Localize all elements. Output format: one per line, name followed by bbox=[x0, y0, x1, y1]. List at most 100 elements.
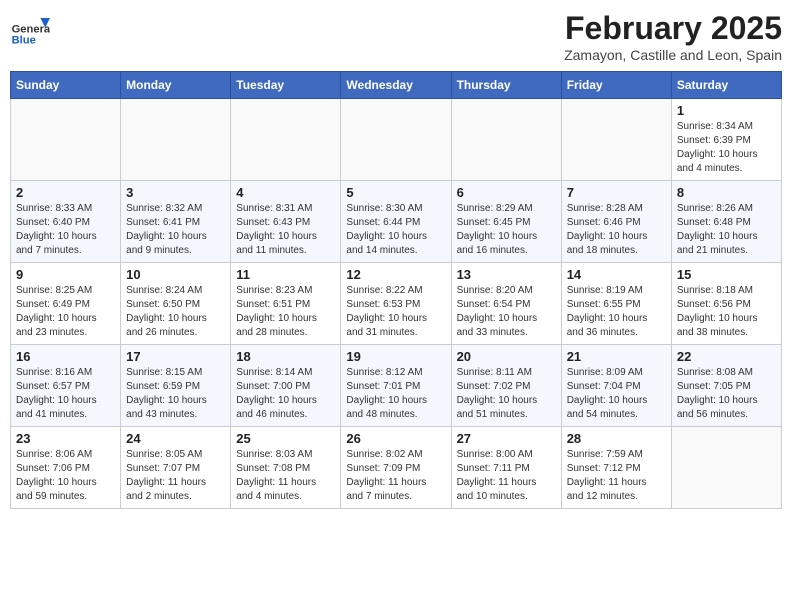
calendar-cell: 23 Sunrise: 8:06 AM Sunset: 7:06 PM Dayli… bbox=[11, 427, 121, 509]
calendar-cell: 7 Sunrise: 8:28 AM Sunset: 6:46 PM Daylig… bbox=[561, 181, 671, 263]
weekday-header-row: SundayMondayTuesdayWednesdayThursdayFrid… bbox=[11, 72, 782, 99]
calendar-cell: 6 Sunrise: 8:29 AM Sunset: 6:45 PM Daylig… bbox=[451, 181, 561, 263]
weekday-friday: Friday bbox=[561, 72, 671, 99]
calendar-cell: 4 Sunrise: 8:31 AM Sunset: 6:43 PM Daylig… bbox=[231, 181, 341, 263]
day-info: Sunrise: 8:28 AM Sunset: 6:46 PM Dayligh… bbox=[567, 202, 666, 258]
day-number: 16 bbox=[16, 349, 115, 364]
calendar-cell: 17 Sunrise: 8:15 AM Sunset: 6:59 PM Dayli… bbox=[121, 345, 231, 427]
calendar-cell bbox=[341, 99, 451, 181]
svg-text:Blue: Blue bbox=[12, 35, 36, 47]
day-number: 20 bbox=[457, 349, 556, 364]
day-info: Sunrise: 8:03 AM Sunset: 7:08 PM Dayligh… bbox=[236, 448, 335, 504]
calendar-cell: 16Sunrise: 8:16 AM Sunset: 6:57 PM Dayli… bbox=[11, 345, 121, 427]
day-number: 9 bbox=[16, 267, 115, 282]
day-info: Sunrise: 8:31 AM Sunset: 6:43 PM Dayligh… bbox=[236, 202, 335, 258]
calendar-cell: 5Sunrise: 8:30 AM Sunset: 6:44 PM Daylig… bbox=[341, 181, 451, 263]
calendar-cell: 10Sunrise: 8:24 AM Sunset: 6:50 PM Dayli… bbox=[121, 263, 231, 345]
calendar-cell: 11 Sunrise: 8:23 AM Sunset: 6:51 PM Dayli… bbox=[231, 263, 341, 345]
calendar-cell: 14Sunrise: 8:19 AM Sunset: 6:55 PM Dayli… bbox=[561, 263, 671, 345]
day-info: Sunrise: 8:30 AM Sunset: 6:44 PM Dayligh… bbox=[346, 202, 445, 258]
calendar-cell bbox=[11, 99, 121, 181]
day-info: Sunrise: 8:22 AM Sunset: 6:53 PM Dayligh… bbox=[346, 284, 445, 340]
week-row-2: 2Sunrise: 8:33 AM Sunset: 6:40 PM Daylig… bbox=[11, 181, 782, 263]
day-info: Sunrise: 8:19 AM Sunset: 6:55 PM Dayligh… bbox=[567, 284, 666, 340]
calendar-cell: 13Sunrise: 8:20 AM Sunset: 6:54 PM Dayli… bbox=[451, 263, 561, 345]
day-info: Sunrise: 8:32 AM Sunset: 6:41 PM Dayligh… bbox=[126, 202, 225, 258]
day-info: Sunrise: 8:05 AM Sunset: 7:07 PM Dayligh… bbox=[126, 448, 225, 504]
day-number: 2 bbox=[16, 185, 115, 200]
day-number: 22 bbox=[677, 349, 776, 364]
week-row-4: 16Sunrise: 8:16 AM Sunset: 6:57 PM Dayli… bbox=[11, 345, 782, 427]
calendar-cell bbox=[451, 99, 561, 181]
day-number: 7 bbox=[567, 185, 666, 200]
day-number: 27 bbox=[457, 431, 556, 446]
day-info: Sunrise: 8:18 AM Sunset: 6:56 PM Dayligh… bbox=[677, 284, 776, 340]
day-number: 24 bbox=[126, 431, 225, 446]
day-number: 15 bbox=[677, 267, 776, 282]
week-row-5: 23 Sunrise: 8:06 AM Sunset: 7:06 PM Dayli… bbox=[11, 427, 782, 509]
header: General Blue February 2025 Zamayon, Cast… bbox=[10, 10, 782, 63]
title-section: February 2025 Zamayon, Castille and Leon… bbox=[564, 10, 782, 63]
calendar-cell bbox=[121, 99, 231, 181]
day-number: 21 bbox=[567, 349, 666, 364]
day-info: Sunrise: 8:20 AM Sunset: 6:54 PM Dayligh… bbox=[457, 284, 556, 340]
calendar-cell: 28 Sunrise: 7:59 AM Sunset: 7:12 PM Dayli… bbox=[561, 427, 671, 509]
day-info: Sunrise: 8:00 AM Sunset: 7:11 PM Dayligh… bbox=[457, 448, 556, 504]
day-info: Sunrise: 7:59 AM Sunset: 7:12 PM Dayligh… bbox=[567, 448, 666, 504]
day-info: Sunrise: 8:06 AM Sunset: 7:06 PM Dayligh… bbox=[16, 448, 115, 504]
day-info: Sunrise: 8:02 AM Sunset: 7:09 PM Dayligh… bbox=[346, 448, 445, 504]
calendar-cell: 3 Sunrise: 8:32 AM Sunset: 6:41 PM Daylig… bbox=[121, 181, 231, 263]
weekday-sunday: Sunday bbox=[11, 72, 121, 99]
calendar-cell bbox=[231, 99, 341, 181]
day-number: 18 bbox=[236, 349, 335, 364]
calendar-cell: 24 Sunrise: 8:05 AM Sunset: 7:07 PM Dayli… bbox=[121, 427, 231, 509]
day-number: 17 bbox=[126, 349, 225, 364]
day-number: 1 bbox=[677, 103, 776, 118]
weekday-wednesday: Wednesday bbox=[341, 72, 451, 99]
day-info: Sunrise: 8:25 AM Sunset: 6:49 PM Dayligh… bbox=[16, 284, 115, 340]
day-number: 12 bbox=[346, 267, 445, 282]
calendar-table: SundayMondayTuesdayWednesdayThursdayFrid… bbox=[10, 71, 782, 509]
day-info: Sunrise: 8:34 AM Sunset: 6:39 PM Dayligh… bbox=[677, 120, 776, 176]
weekday-thursday: Thursday bbox=[451, 72, 561, 99]
logo-icon: General Blue bbox=[10, 10, 50, 50]
day-info: Sunrise: 8:14 AM Sunset: 7:00 PM Dayligh… bbox=[236, 366, 335, 422]
calendar-cell: 2Sunrise: 8:33 AM Sunset: 6:40 PM Daylig… bbox=[11, 181, 121, 263]
calendar-cell: 26Sunrise: 8:02 AM Sunset: 7:09 PM Dayli… bbox=[341, 427, 451, 509]
day-number: 25 bbox=[236, 431, 335, 446]
calendar-cell: 1 Sunrise: 8:34 AM Sunset: 6:39 PM Daylig… bbox=[671, 99, 781, 181]
calendar-cell: 9 Sunrise: 8:25 AM Sunset: 6:49 PM Daylig… bbox=[11, 263, 121, 345]
day-info: Sunrise: 8:08 AM Sunset: 7:05 PM Dayligh… bbox=[677, 366, 776, 422]
calendar-cell: 27 Sunrise: 8:00 AM Sunset: 7:11 PM Dayli… bbox=[451, 427, 561, 509]
day-number: 4 bbox=[236, 185, 335, 200]
calendar-cell: 18 Sunrise: 8:14 AM Sunset: 7:00 PM Dayli… bbox=[231, 345, 341, 427]
location-subtitle: Zamayon, Castille and Leon, Spain bbox=[564, 47, 782, 63]
calendar-cell: 15 Sunrise: 8:18 AM Sunset: 6:56 PM Dayli… bbox=[671, 263, 781, 345]
week-row-3: 9 Sunrise: 8:25 AM Sunset: 6:49 PM Daylig… bbox=[11, 263, 782, 345]
day-info: Sunrise: 8:15 AM Sunset: 6:59 PM Dayligh… bbox=[126, 366, 225, 422]
weekday-monday: Monday bbox=[121, 72, 231, 99]
calendar-cell: 12 Sunrise: 8:22 AM Sunset: 6:53 PM Dayli… bbox=[341, 263, 451, 345]
day-number: 23 bbox=[16, 431, 115, 446]
weekday-saturday: Saturday bbox=[671, 72, 781, 99]
logo: General Blue bbox=[10, 10, 54, 50]
calendar-cell bbox=[671, 427, 781, 509]
day-number: 11 bbox=[236, 267, 335, 282]
day-number: 3 bbox=[126, 185, 225, 200]
day-info: Sunrise: 8:26 AM Sunset: 6:48 PM Dayligh… bbox=[677, 202, 776, 258]
day-number: 10 bbox=[126, 267, 225, 282]
calendar-cell: 8Sunrise: 8:26 AM Sunset: 6:48 PM Daylig… bbox=[671, 181, 781, 263]
day-info: Sunrise: 8:23 AM Sunset: 6:51 PM Dayligh… bbox=[236, 284, 335, 340]
day-info: Sunrise: 8:29 AM Sunset: 6:45 PM Dayligh… bbox=[457, 202, 556, 258]
day-number: 6 bbox=[457, 185, 556, 200]
day-info: Sunrise: 8:09 AM Sunset: 7:04 PM Dayligh… bbox=[567, 366, 666, 422]
day-number: 28 bbox=[567, 431, 666, 446]
calendar-cell: 22 Sunrise: 8:08 AM Sunset: 7:05 PM Dayli… bbox=[671, 345, 781, 427]
calendar-body: 1 Sunrise: 8:34 AM Sunset: 6:39 PM Daylig… bbox=[11, 99, 782, 509]
weekday-tuesday: Tuesday bbox=[231, 72, 341, 99]
week-row-1: 1 Sunrise: 8:34 AM Sunset: 6:39 PM Daylig… bbox=[11, 99, 782, 181]
calendar-cell: 19Sunrise: 8:12 AM Sunset: 7:01 PM Dayli… bbox=[341, 345, 451, 427]
day-number: 19 bbox=[346, 349, 445, 364]
day-info: Sunrise: 8:11 AM Sunset: 7:02 PM Dayligh… bbox=[457, 366, 556, 422]
calendar-cell bbox=[561, 99, 671, 181]
